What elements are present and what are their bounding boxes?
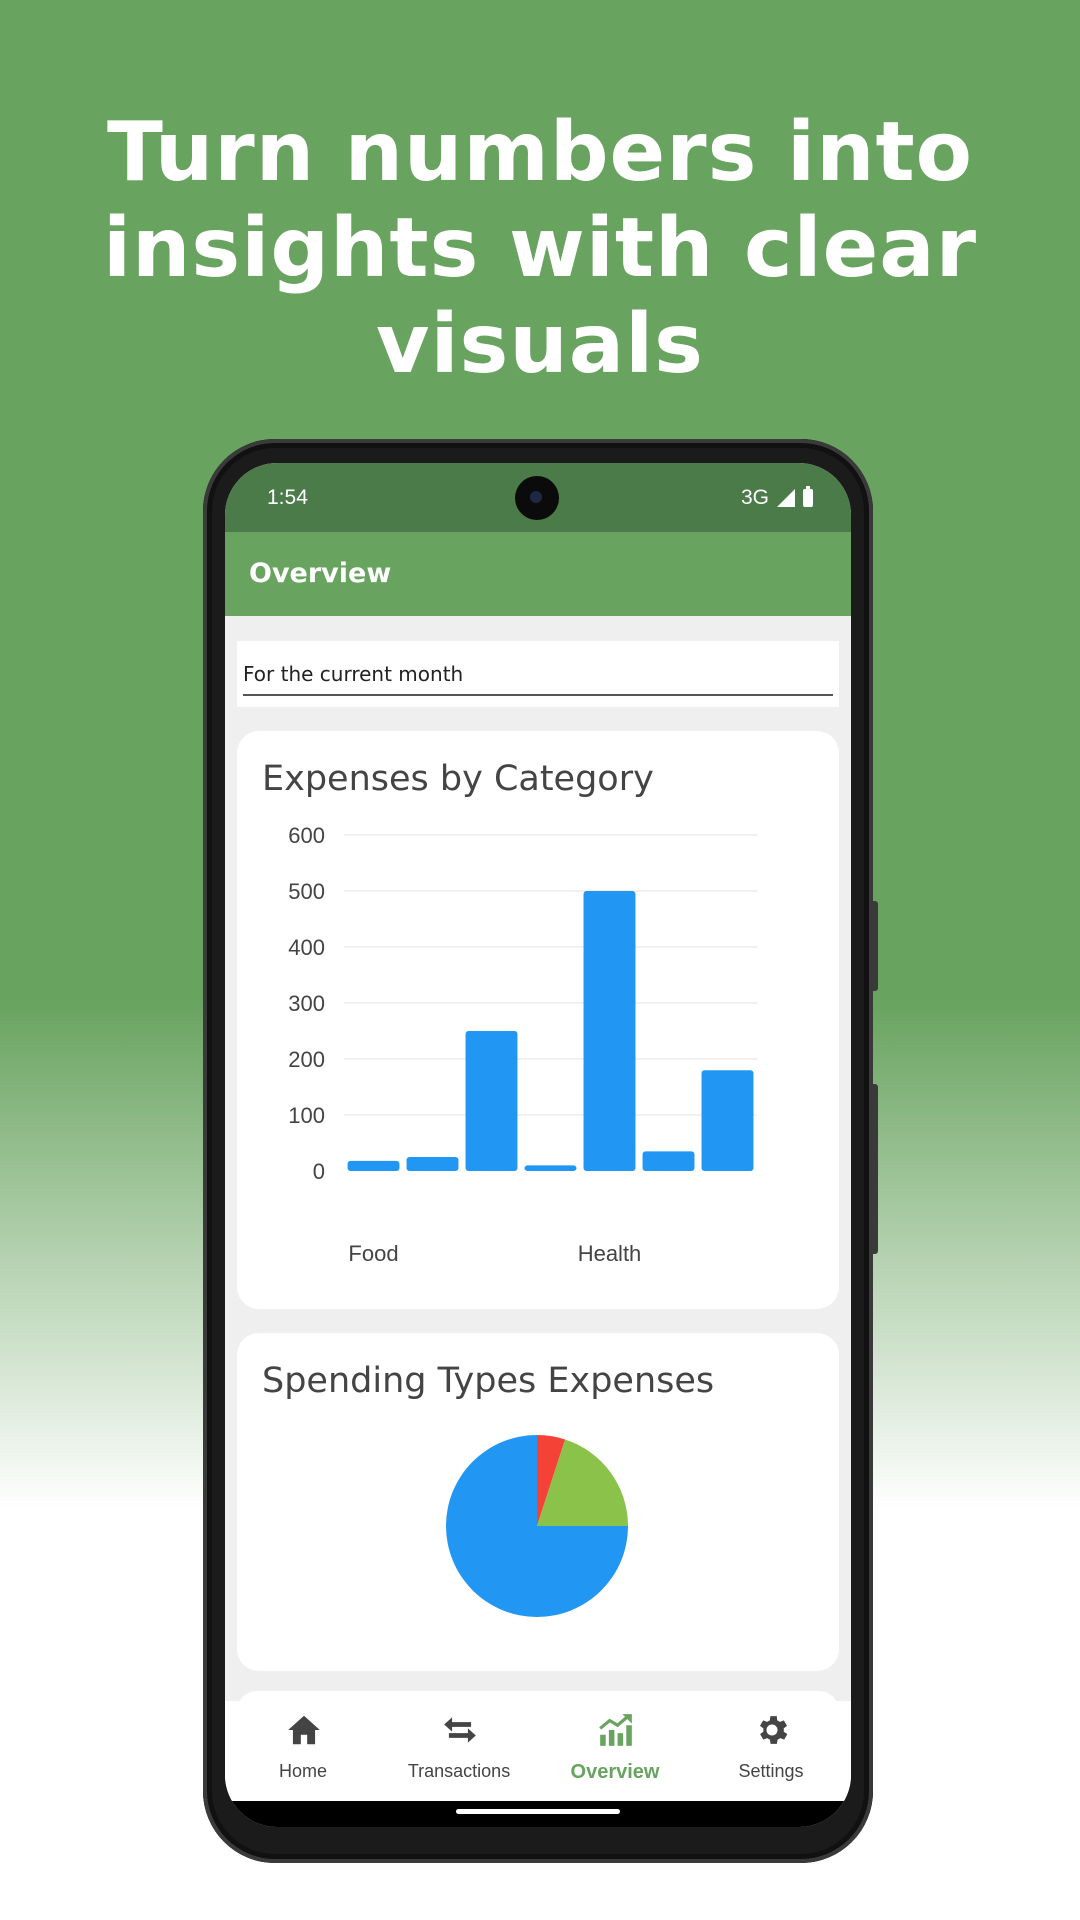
headline-line-3: visuals bbox=[376, 297, 704, 392]
bar-chart-y-tick: 600 bbox=[288, 823, 325, 848]
nav-home-label: Home bbox=[278, 1761, 327, 1781]
period-value: For the current month bbox=[243, 662, 464, 686]
status-time: 1:54 bbox=[267, 486, 308, 509]
nav-home[interactable]: Home bbox=[225, 1701, 381, 1801]
bar-chart-y-tick: 0 bbox=[313, 1159, 325, 1184]
front-camera bbox=[515, 476, 559, 520]
bar-chart-bar[interactable] bbox=[583, 891, 636, 1171]
home-gesture-bar[interactable] bbox=[456, 1809, 620, 1814]
phone-frame: 1:54 3G Overview For the current month E… bbox=[203, 439, 878, 1863]
bar-chart-y-tick: 500 bbox=[288, 879, 325, 904]
phone-volume-button bbox=[870, 1084, 878, 1254]
swap-arrows-icon bbox=[444, 1717, 476, 1743]
phone-power-button bbox=[870, 901, 878, 991]
bar-chart-x-label: Health bbox=[578, 1241, 642, 1266]
bar-chart-bar[interactable] bbox=[642, 1151, 695, 1171]
bar-chart: 0 100 200 300 400 500 600 Food Health bbox=[288, 823, 757, 1266]
status-indicators: 3G bbox=[741, 486, 813, 510]
expenses-by-category-card: Expenses by Category 0 100 200 300 400 500 600… bbox=[237, 731, 839, 1309]
promo-headline: Turn numbers into insights with clear vi… bbox=[0, 105, 1080, 393]
gesture-area bbox=[225, 1801, 851, 1827]
pie-chart bbox=[446, 1435, 628, 1617]
signal-icon bbox=[777, 489, 795, 507]
status-bar: 1:54 3G bbox=[225, 463, 851, 532]
nav-settings[interactable]: Settings bbox=[693, 1701, 849, 1801]
bar-chart-bar[interactable] bbox=[465, 1031, 518, 1171]
app-bar: Overview bbox=[225, 532, 851, 616]
bottom-navigation: Home Transactions Overview Settings bbox=[225, 1701, 851, 1801]
bar-chart-y-tick: 100 bbox=[288, 1103, 325, 1128]
phone-screen: 1:54 3G Overview For the current month E… bbox=[225, 463, 851, 1827]
bar-chart-x-label: Food bbox=[348, 1241, 398, 1266]
bar-chart-bar[interactable] bbox=[701, 1070, 754, 1171]
page-title: Overview bbox=[249, 558, 392, 589]
network-type: 3G bbox=[740, 486, 769, 509]
bar-chart-y-tick: 300 bbox=[288, 991, 325, 1016]
bar-chart-bar[interactable] bbox=[406, 1157, 459, 1171]
nav-transactions-label: Transactions bbox=[407, 1761, 511, 1781]
nav-overview[interactable]: Overview bbox=[537, 1701, 693, 1801]
headline-line-1: Turn numbers into bbox=[107, 105, 973, 200]
gear-icon bbox=[759, 1716, 788, 1744]
nav-overview-label: Overview bbox=[570, 1761, 660, 1783]
bar-chart-y-tick: 200 bbox=[288, 1047, 325, 1072]
period-selector[interactable]: For the current month bbox=[237, 641, 839, 707]
period-underline bbox=[243, 694, 833, 696]
bar-chart-y-tick: 400 bbox=[288, 935, 325, 960]
nav-transactions[interactable]: Transactions bbox=[381, 1701, 537, 1801]
home-icon bbox=[288, 1715, 320, 1745]
headline-line-2: insights with clear bbox=[102, 201, 978, 296]
nav-settings-label: Settings bbox=[738, 1761, 804, 1781]
chart-trend-icon bbox=[599, 1714, 632, 1746]
battery-icon bbox=[803, 486, 813, 507]
bar-chart-bar[interactable] bbox=[524, 1165, 577, 1171]
spending-types-card: Spending Types Expenses bbox=[237, 1333, 839, 1671]
bar-chart-bar[interactable] bbox=[347, 1160, 400, 1171]
